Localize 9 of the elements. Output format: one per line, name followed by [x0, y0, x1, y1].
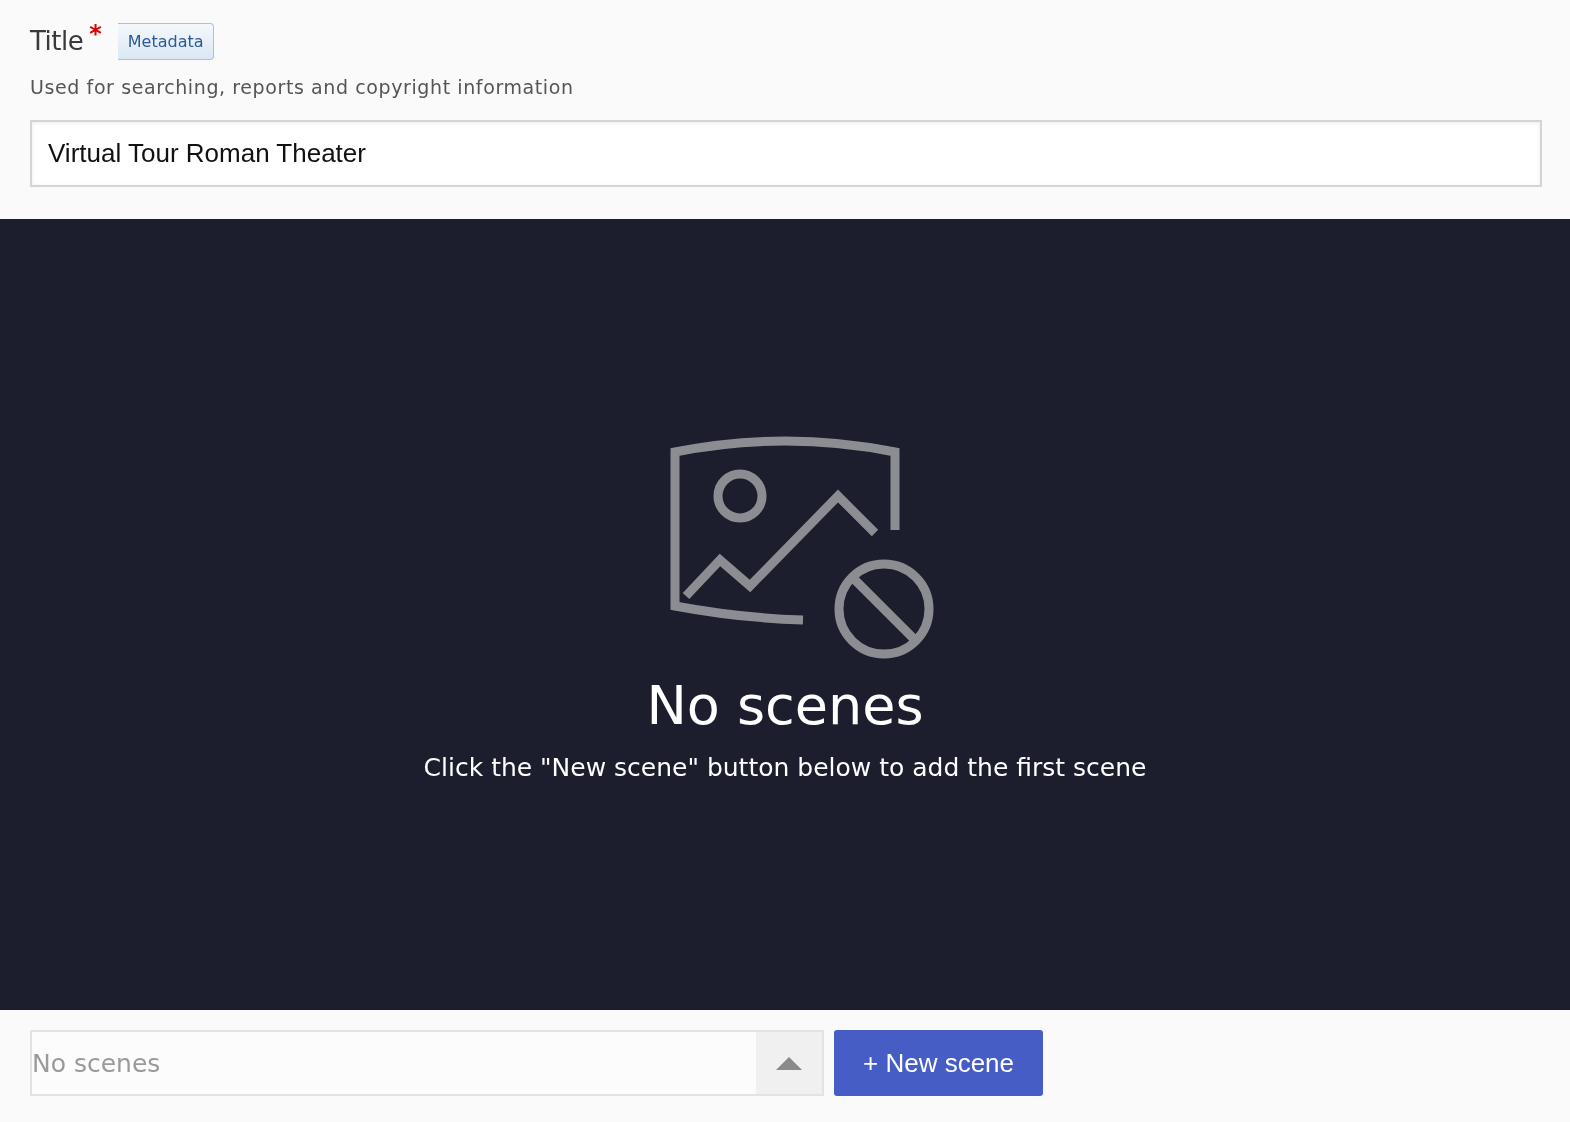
field-description: Used for searching, reports and copyright information [30, 76, 575, 98]
title-input-field[interactable]: Virtual Tour Roman Theater [30, 120, 1542, 187]
new-scene-button[interactable]: + New scene [834, 1030, 1043, 1096]
empty-state-message: Click the "New scene" button below to add the first scene [423, 753, 1147, 782]
dropdown-toggle-button[interactable] [756, 1032, 822, 1094]
caret-up-icon [776, 1056, 802, 1070]
required-mark: * [89, 20, 102, 48]
empty-state-heading: No scenes [646, 675, 924, 737]
field-label: Title [30, 26, 84, 56]
